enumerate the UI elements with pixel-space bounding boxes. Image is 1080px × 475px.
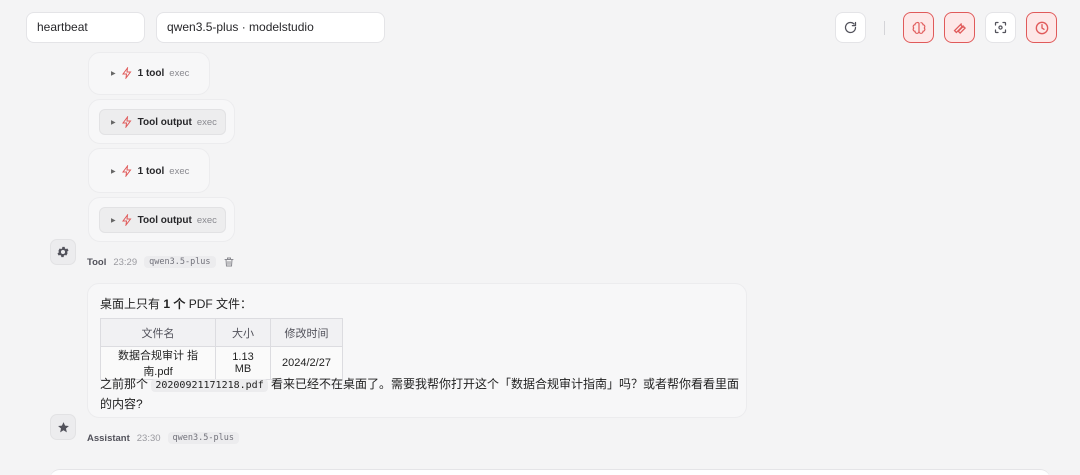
- star-icon: [57, 421, 69, 432]
- trash-icon[interactable]: [223, 256, 235, 268]
- column-header: 文件名: [100, 318, 216, 347]
- file-table: 文件名 大小 修改时间 数据合规审计 指南.pdf 1.13 MB 2024/2…: [100, 318, 343, 380]
- sender-name: Tool: [87, 256, 107, 268]
- tool-output-command: exec: [196, 116, 217, 128]
- lightning-icon: [121, 67, 132, 79]
- caret-right-icon: ▶: [111, 217, 116, 224]
- tool-avatar: [50, 239, 76, 265]
- composer-edge: [50, 469, 1050, 475]
- gear-icon: [57, 246, 69, 258]
- refresh-icon: [844, 21, 857, 34]
- schedule-button[interactable]: [1026, 12, 1057, 43]
- model-tag: qwen3.5-plus: [167, 432, 239, 444]
- caret-right-icon: ▶: [111, 70, 116, 77]
- caret-right-icon: ▶: [111, 168, 116, 175]
- inline-code: 20200921171218.pdf: [151, 379, 268, 392]
- sender-name: Assistant: [87, 432, 130, 444]
- tool-call-name: 1 tool: [137, 165, 165, 177]
- tools-toggle-button[interactable]: [944, 12, 975, 43]
- heading-text: 桌面上只有: [100, 297, 164, 311]
- table-header-row: 文件名 大小 修改时间: [100, 318, 343, 347]
- tool-output-command: exec: [196, 214, 217, 226]
- focus-button[interactable]: [985, 12, 1016, 43]
- column-header: 修改时间: [270, 318, 343, 347]
- body-text: 之前那个: [100, 377, 152, 391]
- caret-right-icon: ▶: [111, 119, 116, 126]
- timestamp: 23:29: [113, 256, 138, 268]
- lightning-icon: [121, 165, 132, 177]
- column-header: 大小: [215, 318, 271, 347]
- heading-text: PDF 文件：: [185, 297, 253, 311]
- refresh-button[interactable]: [835, 12, 866, 43]
- tool-call-name: 1 tool: [137, 67, 165, 79]
- tool-output-bubble: ▶ Tool output exec: [88, 197, 235, 242]
- message-heading: 桌面上只有 1 个 PDF 文件：: [100, 295, 252, 312]
- clock-icon: [1035, 21, 1048, 34]
- tool-output-bubble: ▶ Tool output exec: [88, 99, 235, 144]
- heading-count: 1 个: [163, 297, 186, 311]
- tool-output-toggle[interactable]: ▶ Tool output exec: [111, 116, 217, 128]
- tool-output-toggle[interactable]: ▶ Tool output exec: [111, 214, 217, 226]
- tool-call-toggle[interactable]: ▶ 1 tool exec: [111, 165, 189, 177]
- toolbar-divider: [884, 21, 885, 35]
- brain-icon: [912, 21, 925, 34]
- tool-call-bubble: ▶ 1 tool exec: [88, 52, 210, 95]
- message-body: 之前那个 20200921171218.pdf 看来已经不在桌面了。需要我帮你打…: [100, 375, 740, 414]
- focus-icon: [994, 21, 1007, 34]
- tool-call-command: exec: [169, 67, 190, 79]
- tool-call-command: exec: [169, 165, 190, 177]
- model-tag: qwen3.5-plus: [144, 256, 216, 268]
- tool-call-bubble: ▶ 1 tool exec: [88, 148, 210, 193]
- thinking-toggle-button[interactable]: [903, 12, 934, 43]
- wrench-icon: [953, 23, 966, 35]
- tool-message-meta: Tool 23:29 qwen3.5-plus: [87, 256, 235, 268]
- assistant-message-meta: Assistant 23:30 qwen3.5-plus: [87, 432, 239, 444]
- lightning-icon: [121, 116, 132, 128]
- session-selector[interactable]: heartbeat: [26, 12, 145, 43]
- tool-call-toggle[interactable]: ▶ 1 tool exec: [111, 67, 189, 79]
- timestamp: 23:30: [136, 432, 161, 444]
- assistant-message-bubble: 桌面上只有 1 个 PDF 文件： 文件名 大小 修改时间 数据合规审计 指南.…: [87, 283, 747, 418]
- model-selector[interactable]: qwen3.5-plus · modelstudio: [156, 12, 385, 43]
- tool-output-name: Tool output: [137, 214, 192, 226]
- tool-output-name: Tool output: [137, 116, 192, 128]
- lightning-icon: [121, 214, 132, 226]
- assistant-avatar: [50, 414, 76, 440]
- top-bar: heartbeat qwen3.5-plus · modelstudio: [0, 0, 1080, 56]
